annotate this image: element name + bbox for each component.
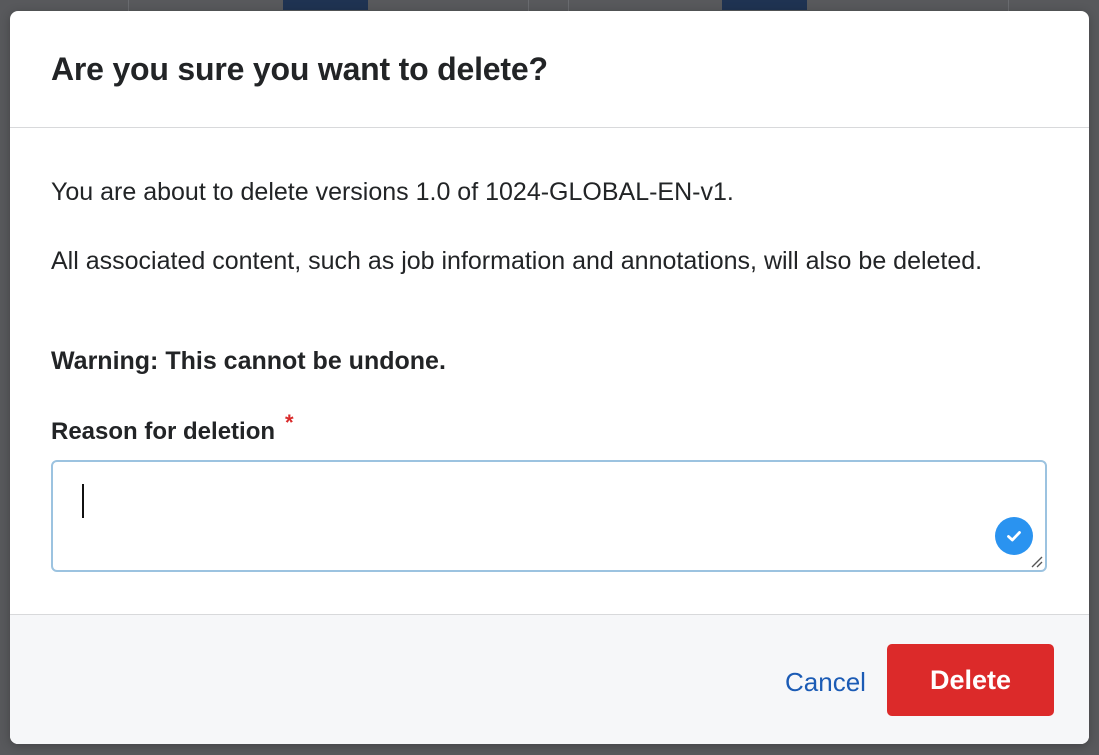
warning-text: Warning: This cannot be undone. — [51, 347, 446, 375]
dialog-footer: Cancel Delete — [10, 614, 1089, 744]
dialog-title: Are you sure you want to delete? — [51, 50, 548, 87]
checkmark-icon — [995, 517, 1033, 555]
delete-button[interactable]: Delete — [887, 644, 1054, 716]
background-element — [283, 0, 368, 10]
background-element — [722, 0, 807, 10]
reason-textarea[interactable] — [53, 462, 1045, 570]
delete-detail: All associated content, such as job info… — [51, 247, 983, 275]
dialog-body: You are about to delete versions 1.0 of … — [10, 128, 1089, 614]
cancel-button[interactable]: Cancel — [783, 654, 868, 710]
delete-confirmation-dialog: Are you sure you want to delete? You are… — [10, 11, 1089, 744]
reason-field-label: Reason for deletion * — [51, 410, 294, 452]
required-marker: * — [285, 410, 294, 435]
text-caret — [82, 484, 84, 518]
dialog-header: Are you sure you want to delete? — [10, 11, 1089, 128]
resize-grip-icon[interactable] — [1029, 554, 1043, 568]
reason-label-text: Reason for deletion — [51, 418, 276, 445]
reason-field-container — [51, 460, 1047, 572]
delete-message: You are about to delete versions 1.0 of … — [51, 178, 734, 206]
